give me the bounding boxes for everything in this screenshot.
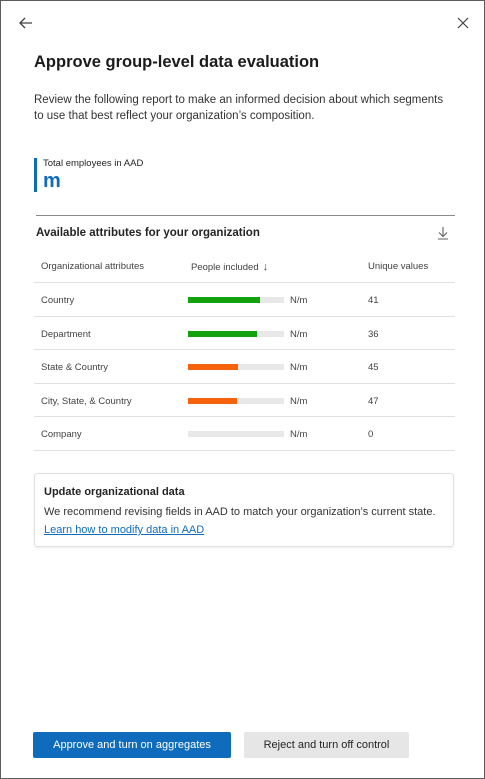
header-people-label: People included (191, 262, 259, 273)
approve-button[interactable]: Approve and turn on aggregates (33, 732, 231, 758)
section-title: Available attributes for your organizati… (36, 227, 260, 239)
table-row: State & Country N/m 45 (34, 350, 455, 384)
row-unique: 41 (368, 295, 379, 306)
card-text: We recommend revising fields in AAD to m… (44, 506, 436, 518)
back-button[interactable] (15, 12, 37, 34)
row-attribute: Country (41, 295, 75, 306)
table-row: Department N/m 36 (34, 317, 455, 350)
modify-data-link[interactable]: Learn how to modify data in AAD (44, 524, 204, 536)
row-unique: 0 (368, 429, 374, 440)
people-bar (188, 431, 284, 437)
page-description: Review the following report to make an i… (34, 94, 444, 122)
download-icon (438, 227, 448, 240)
table-body: Country N/m 41 Department N/m 36 State & Count… (34, 283, 455, 451)
people-bar-fill (188, 330, 258, 337)
row-people: N/m (290, 362, 308, 373)
update-data-card: Update organizational data We recommend … (34, 473, 454, 547)
close-icon (457, 17, 469, 29)
reject-button[interactable]: Reject and turn off control (244, 732, 409, 758)
total-employees-kpi: Total employees in AAD m (34, 158, 143, 192)
row-people: N/m (290, 395, 308, 407)
close-button[interactable] (452, 12, 474, 34)
download-button[interactable] (433, 223, 453, 243)
row-people: N/m (290, 328, 308, 340)
header-attribute: Organizational attributes (41, 261, 144, 272)
attributes-table: Organizational attributes People include… (34, 250, 455, 451)
page-title: Approve group-level data evaluation (34, 53, 320, 71)
kpi-label: Total employees in AAD (43, 158, 144, 169)
card-title: Update organizational data (44, 486, 185, 498)
kpi-value: m (43, 170, 61, 192)
people-bar (188, 330, 284, 337)
row-unique: 45 (368, 362, 379, 373)
approval-panel: Approve group-level data evaluation Revi… (0, 0, 485, 779)
row-attribute: Company (41, 429, 82, 440)
table-row: Company N/m 0 (34, 417, 455, 451)
people-bar (188, 297, 284, 303)
row-people: N/m (290, 295, 308, 306)
header-people-included[interactable]: People included ↓ (191, 261, 268, 273)
people-bar-fill (188, 297, 260, 303)
table-row: Country N/m 41 (34, 283, 455, 317)
people-bar (188, 397, 284, 404)
people-bar-fill (188, 397, 237, 404)
row-attribute: City, State, & Country (41, 395, 132, 407)
table-header: Organizational attributes People include… (34, 250, 455, 283)
section-divider (36, 215, 455, 216)
row-unique: 36 (368, 328, 379, 340)
arrow-left-icon (19, 17, 32, 29)
row-unique: 47 (368, 395, 379, 407)
row-attribute: State & Country (41, 362, 109, 373)
people-bar (188, 364, 284, 370)
header-unique: Unique values (368, 261, 429, 272)
row-attribute: Department (41, 328, 91, 340)
table-row: City, State, & Country N/m 47 (34, 384, 455, 417)
arrow-down-icon: ↓ (262, 261, 269, 273)
row-people: N/m (290, 429, 308, 440)
people-bar-fill (188, 364, 238, 370)
